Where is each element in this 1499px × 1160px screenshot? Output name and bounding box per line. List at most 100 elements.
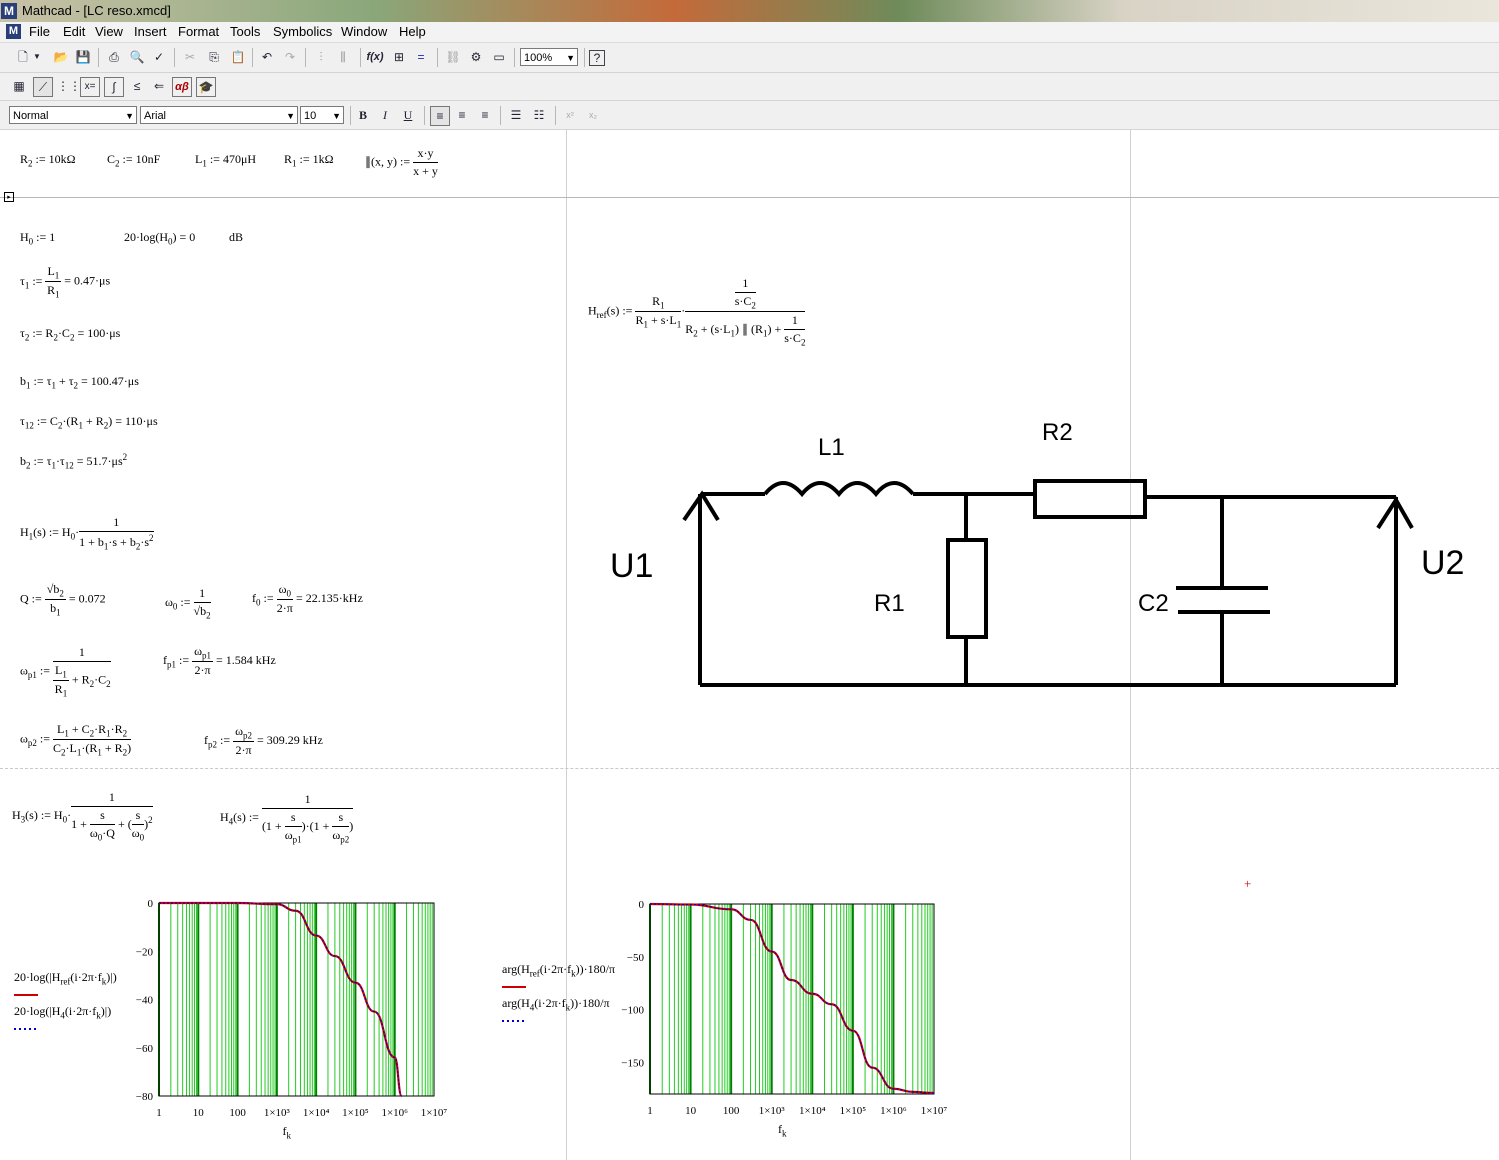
print-preview-icon[interactable]: 🔍	[128, 48, 146, 66]
region-marker-icon[interactable]: ▸	[4, 192, 14, 202]
bold-button[interactable]: B	[354, 106, 372, 124]
superscript-icon[interactable]: x²	[561, 106, 579, 124]
new-document-icon[interactable]: 🗋	[14, 48, 32, 66]
y-tick-label: −80	[136, 1091, 154, 1103]
new-dropdown-icon[interactable]: ▼	[32, 48, 42, 66]
eq-omega0[interactable]: ω0 := 1 √b2	[165, 586, 211, 620]
eq-tau1[interactable]: τ1 := L1 R1 = 0.47·μs	[20, 264, 110, 300]
eq-h3[interactable]: H3(s) := H0· 1 1 + s ω0·Q + (s ω0)2	[12, 790, 153, 842]
eq-fp1[interactable]: fp1 := ωp1 2·π = 1.584 kHz	[163, 644, 276, 678]
font-size-select[interactable]: 10 ▼	[300, 106, 344, 124]
window-title: Mathcad - [LC reso.xmcd]	[22, 3, 171, 18]
menu-format[interactable]: Format	[178, 24, 219, 39]
eq-tau2[interactable]: τ2 := R2·C2 = 100·μs	[20, 326, 120, 342]
insert-function-icon[interactable]: f(x)	[366, 48, 384, 66]
x-axis-label: fk	[778, 1122, 787, 1138]
menu-insert[interactable]: Insert	[134, 24, 167, 39]
x-tick-label: 1×10⁵	[342, 1107, 369, 1119]
eq-q[interactable]: Q := √b2 b1 = 0.072	[20, 582, 106, 618]
menu-view[interactable]: View	[95, 24, 123, 39]
title-bar: M Mathcad - [LC reso.xmcd]	[0, 0, 1499, 22]
programming-icon[interactable]: ⇐	[150, 77, 168, 95]
eq-h4[interactable]: H4(s) := 1 (1 + s ωp1)·(1 + s ωp2)	[220, 792, 354, 844]
copy-icon[interactable]: ⎘	[205, 48, 223, 66]
eq-omega-p2[interactable]: ωp2 := L1 + C2·R1·R2 C2·L1·(R1 + R2)	[20, 722, 132, 758]
cursor-crosshair-icon: +	[1244, 876, 1252, 891]
graph-icon[interactable]: ⟋	[33, 77, 53, 97]
insert-unit-icon[interactable]: ⊞	[390, 48, 408, 66]
phase-plot[interactable]: 1 10 100 1×10³ 1×10⁴ 1×10⁵ 1×10⁶ 1×10⁷0−50−100−…	[498, 890, 968, 1140]
worksheet[interactable]: ▸ R2 := 10kΩ C2 := 10nF L1 := 470μH R1 :…	[0, 130, 1499, 1160]
align-left-icon[interactable]: ≡	[430, 106, 450, 126]
help-icon[interactable]: ?	[589, 50, 605, 66]
font-select[interactable]: Arial ▼	[140, 106, 298, 124]
align-down-icon[interactable]: ⫼	[334, 48, 352, 66]
label-r1: R1	[874, 590, 905, 617]
paste-icon[interactable]: 📋	[229, 48, 247, 66]
eq-omega-p1[interactable]: ωp1 := 1 L1 R1 + R2·C2	[20, 645, 111, 699]
arrow-u2-icon	[1376, 496, 1414, 530]
param-r1[interactable]: R1 := 1kΩ	[284, 152, 334, 168]
align-right-icon[interactable]: ≡	[476, 106, 494, 124]
resource-window-icon[interactable]: ▭	[490, 48, 508, 66]
eq-h0[interactable]: H0 := 1	[20, 230, 55, 246]
x-tick-label: 100	[723, 1105, 740, 1117]
italic-button[interactable]: I	[376, 106, 394, 124]
label-l1: L1	[818, 434, 845, 461]
menu-symbolics[interactable]: Symbolics	[273, 24, 332, 39]
eq-b2[interactable]: b2 := τ1·τ12 = 51.7·μs2	[20, 452, 127, 470]
eq-h1[interactable]: H1(s) := H0· 1 1 + b1·s + b2·s2	[20, 515, 154, 551]
insert-hyperlink-icon[interactable]: ⛓	[444, 48, 462, 66]
x-tick-label: 1×10⁷	[421, 1107, 448, 1119]
cut-icon[interactable]: ✂	[181, 48, 199, 66]
menu-window[interactable]: Window	[341, 24, 387, 39]
matrix-icon[interactable]: ⋮⋮	[57, 77, 81, 95]
menu-help[interactable]: Help	[399, 24, 426, 39]
x-tick-label: 10	[685, 1105, 697, 1117]
calculus-icon[interactable]: ∫	[104, 77, 124, 97]
x-tick-label: 1×10⁵	[840, 1105, 867, 1117]
style-select[interactable]: Normal ▼	[9, 106, 137, 124]
bullets-icon[interactable]: ☰	[507, 106, 525, 124]
eq-f0[interactable]: f0 := ω0 2·π = 22.135·kHz	[252, 582, 363, 616]
param-r2[interactable]: R2 := 10kΩ	[20, 152, 76, 168]
underline-button[interactable]: U	[399, 106, 417, 124]
mathcad-icon: M	[1, 3, 17, 19]
eq-h0-db[interactable]: 20·log(H0) = 0	[124, 230, 195, 246]
component-icon[interactable]: ⚙	[467, 48, 485, 66]
boolean-icon[interactable]: ≤	[128, 77, 146, 95]
parallel-function[interactable]: ∥(x, y) := x·y x + y	[365, 146, 438, 179]
eq-href[interactable]: Href(s) := R1 R1 + s·L1 · 1 s·C2 R2 + (s·L1) …	[588, 276, 806, 348]
calculator-icon[interactable]: ▦	[10, 77, 28, 95]
eq-h0-unit: dB	[229, 230, 244, 244]
param-l1[interactable]: L1 := 470μH	[195, 152, 256, 168]
save-icon[interactable]: 💾	[74, 48, 92, 66]
undo-icon[interactable]: ↶	[258, 48, 276, 66]
menu-file[interactable]: File	[29, 24, 50, 39]
eq-fp2[interactable]: fp2 := ωp2 2·π = 309.29 kHz	[204, 724, 323, 758]
eq-b1[interactable]: b1 := τ1 + τ2 = 100.47·μs	[20, 374, 139, 390]
label-c2: C2	[1138, 590, 1169, 617]
param-c2[interactable]: C2 := 10nF	[107, 152, 160, 168]
resistor-r1-icon	[946, 538, 988, 639]
align-across-icon[interactable]: ⫶	[312, 48, 330, 66]
menu-tools[interactable]: Tools	[230, 24, 260, 39]
math-toolbar: ▦ ⟋ ⋮⋮ x= ∫ ≤ ⇐ αβ 🎓	[0, 73, 1499, 101]
calculate-icon[interactable]: =	[412, 48, 430, 66]
open-folder-icon[interactable]: 📂	[52, 48, 70, 66]
print-icon[interactable]: ⎙	[105, 48, 123, 66]
zoom-select[interactable]: 100% ▼	[520, 48, 578, 66]
x-tick-label: 1×10⁶	[381, 1107, 408, 1119]
align-center-icon[interactable]: ≡	[453, 106, 471, 124]
subscript-icon[interactable]: x₂	[584, 106, 602, 124]
menu-edit[interactable]: Edit	[63, 24, 85, 39]
symbolic-icon[interactable]: 🎓	[196, 77, 216, 97]
spell-check-icon[interactable]: ✓	[150, 48, 168, 66]
eq-tau12[interactable]: τ12 := C2·(R1 + R2) = 110·μs	[20, 414, 158, 430]
magnitude-plot[interactable]: 1 10 100 1×10³ 1×10⁴ 1×10⁵ 1×10⁶ 1×10⁷0−20−40−6…	[0, 890, 470, 1140]
evaluation-icon[interactable]: x=	[80, 77, 100, 97]
numbering-icon[interactable]: ☷	[530, 106, 548, 124]
document-icon[interactable]: M	[6, 24, 21, 39]
redo-icon[interactable]: ↷	[281, 48, 299, 66]
greek-icon[interactable]: αβ	[172, 77, 192, 97]
